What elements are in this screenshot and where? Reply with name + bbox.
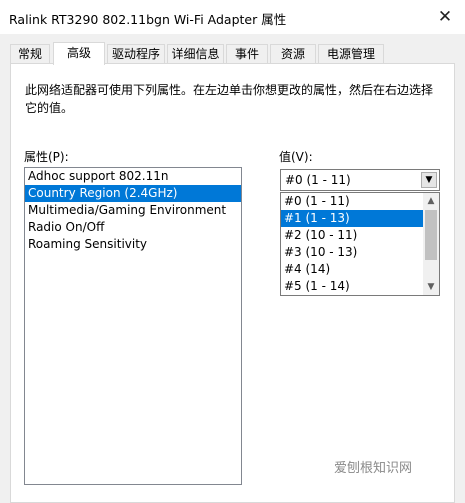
- scrollbar-thumb[interactable]: [425, 210, 437, 260]
- list-item[interactable]: Multimedia/Gaming Environment: [25, 202, 241, 219]
- watermark: 爱刨根知识网: [334, 461, 413, 476]
- scroll-up-icon[interactable]: ▲: [423, 193, 439, 209]
- close-icon[interactable]: ✕: [432, 4, 458, 30]
- tab-advanced[interactable]: 高级: [53, 42, 105, 65]
- dropdown-option[interactable]: #5 (1 - 14): [281, 278, 424, 295]
- list-item[interactable]: Roaming Sensitivity: [25, 236, 241, 253]
- value-dropdown-list[interactable]: #0 (1 - 11) #1 (1 - 13) #2 (10 - 11) #3 …: [280, 192, 440, 296]
- dropdown-option[interactable]: #3 (10 - 13): [281, 244, 424, 261]
- dropdown-option[interactable]: #4 (14): [281, 261, 424, 278]
- list-item[interactable]: Adhoc support 802.11n: [25, 168, 241, 185]
- chevron-down-icon[interactable]: ▼: [421, 172, 437, 188]
- combobox-value: #0 (1 - 11): [285, 173, 351, 187]
- tab-general[interactable]: 常规: [10, 44, 50, 63]
- tab-events[interactable]: 事件: [226, 44, 268, 63]
- tab-resources[interactable]: 资源: [270, 44, 316, 63]
- scroll-down-icon[interactable]: ▼: [423, 279, 439, 295]
- dropdown-scrollbar[interactable]: ▲ ▼: [423, 193, 439, 295]
- list-item-selected[interactable]: Country Region (2.4GHz): [25, 185, 241, 202]
- property-label: 属性(P):: [24, 150, 69, 164]
- tab-driver[interactable]: 驱动程序: [107, 44, 165, 63]
- window-title: Ralink RT3290 802.11bgn Wi-Fi Adapter 属性: [9, 12, 287, 27]
- list-item[interactable]: Radio On/Off: [25, 219, 241, 236]
- title-bar: Ralink RT3290 802.11bgn Wi-Fi Adapter 属性…: [0, 0, 465, 34]
- tab-strip: 常规 高级 驱动程序 详细信息 事件 资源 电源管理: [0, 42, 465, 65]
- property-list[interactable]: Adhoc support 802.11n Country Region (2.…: [24, 167, 242, 485]
- dropdown-option-highlighted[interactable]: #1 (1 - 13): [281, 210, 424, 227]
- dropdown-option[interactable]: #2 (10 - 11): [281, 227, 424, 244]
- tab-power-management[interactable]: 电源管理: [318, 44, 384, 63]
- value-label: 值(V):: [279, 150, 313, 164]
- description-text: 此网络适配器可使用下列属性。在左边单击你想更改的属性，然后在右边选择它的值。: [25, 83, 434, 115]
- value-combobox[interactable]: #0 (1 - 11) ▼: [280, 169, 440, 191]
- tab-details[interactable]: 详细信息: [167, 44, 224, 63]
- dropdown-option[interactable]: #0 (1 - 11): [281, 193, 424, 210]
